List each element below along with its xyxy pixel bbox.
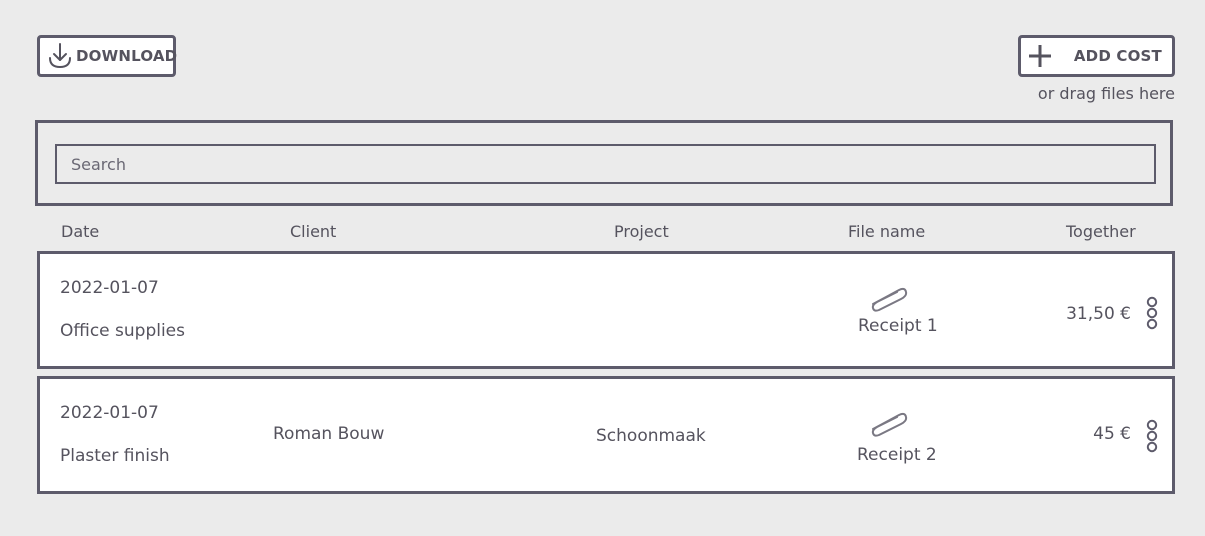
download-label: DOWNLOAD	[76, 47, 178, 65]
drag-files-hint: or drag files here	[1037, 84, 1175, 103]
row-together: 31,50 €	[1066, 304, 1131, 324]
paperclip-icon[interactable]	[869, 282, 909, 312]
row-date: 2022-01-07	[60, 403, 159, 423]
row-client: Roman Bouw	[273, 424, 385, 444]
table-header: Date Client Project File name Together	[0, 222, 1205, 244]
add-cost-button[interactable]: ADD COST	[1018, 35, 1175, 77]
column-header-project[interactable]: Project	[614, 222, 669, 241]
row-together: 45 €	[1093, 424, 1131, 444]
add-cost-label: ADD COST	[1073, 47, 1162, 65]
more-options-icon[interactable]	[1145, 296, 1159, 330]
table-row[interactable]: 2022-01-07 Office supplies Receipt 1 31,…	[37, 251, 1175, 369]
search-input[interactable]	[55, 144, 1156, 184]
column-header-file-name[interactable]: File name	[848, 222, 925, 241]
row-project: Schoonmaak	[596, 426, 706, 446]
row-file-name[interactable]: Receipt 1	[858, 316, 938, 336]
column-header-together[interactable]: Together	[1066, 222, 1136, 241]
plus-icon	[1028, 44, 1052, 68]
more-options-icon[interactable]	[1145, 419, 1159, 453]
row-description: Plaster finish	[60, 446, 170, 466]
row-date: 2022-01-07	[60, 278, 159, 298]
row-file-name[interactable]: Receipt 2	[857, 445, 937, 465]
column-header-date[interactable]: Date	[61, 222, 99, 241]
search-panel	[35, 120, 1173, 206]
download-icon	[46, 41, 74, 71]
download-button[interactable]: DOWNLOAD	[37, 35, 178, 77]
paperclip-icon[interactable]	[869, 407, 909, 437]
table-row[interactable]: 2022-01-07 Plaster finish Roman Bouw Sch…	[37, 376, 1175, 494]
column-header-client[interactable]: Client	[290, 222, 336, 241]
row-description: Office supplies	[60, 321, 186, 341]
